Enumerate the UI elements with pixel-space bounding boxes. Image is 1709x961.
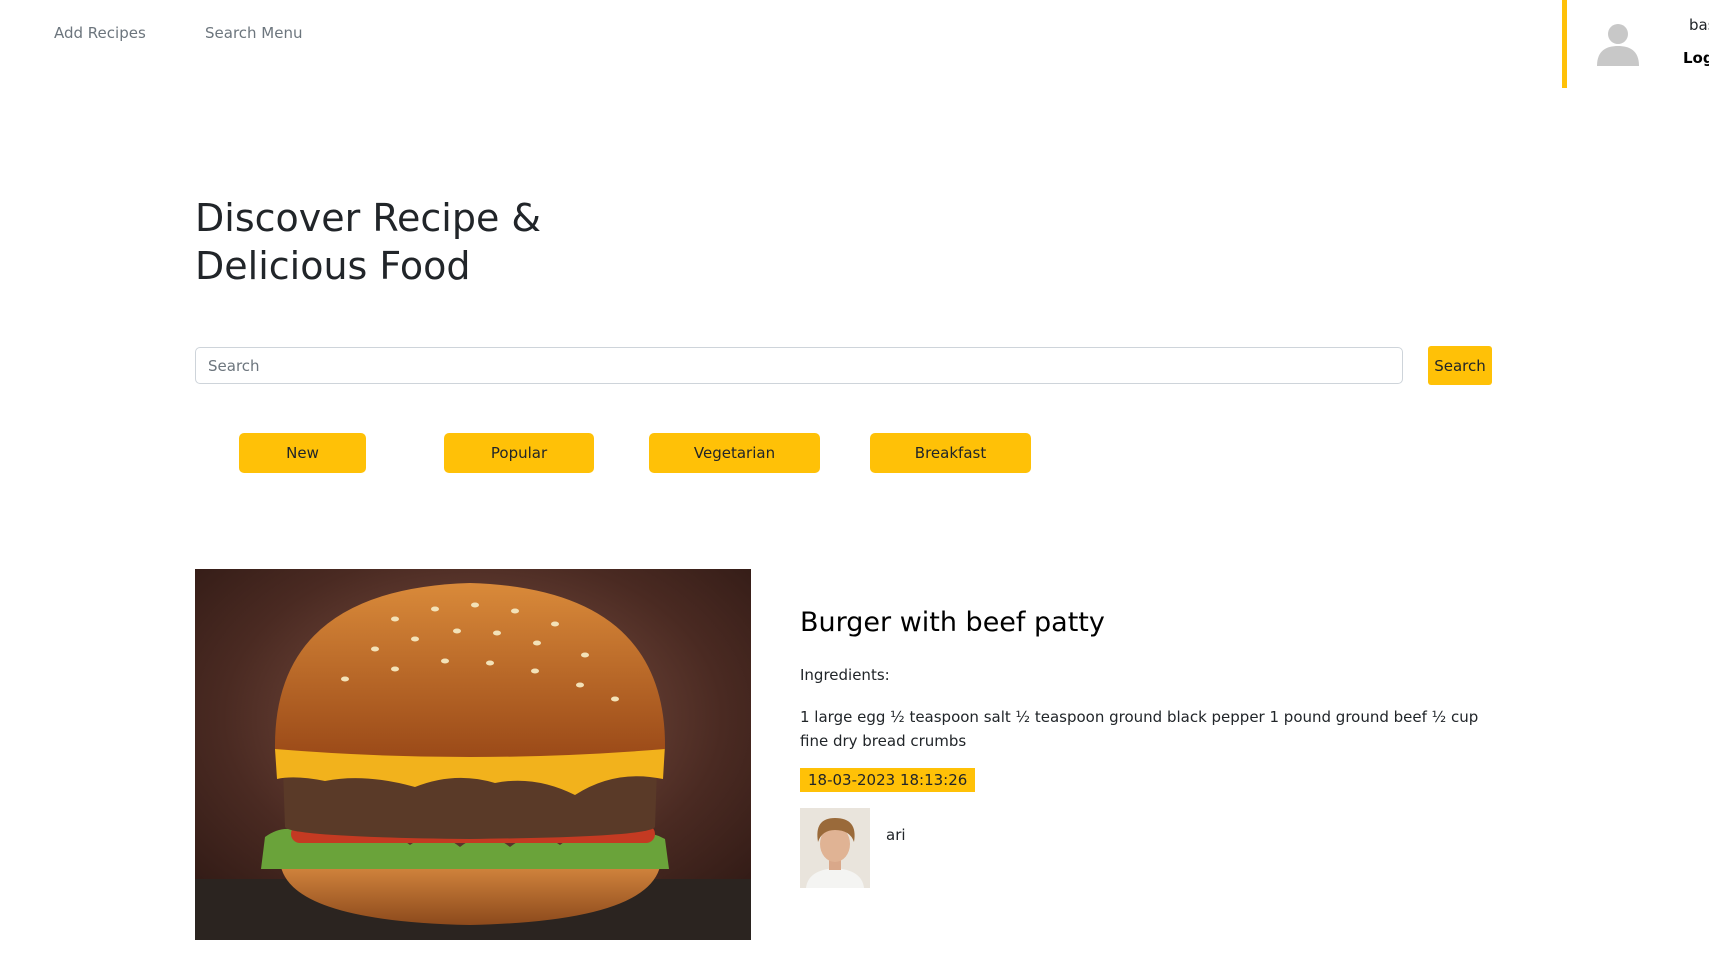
category-breakfast-button[interactable]: Breakfast bbox=[870, 433, 1031, 473]
page-title-line-2: Delicious Food bbox=[195, 244, 471, 288]
page-title-line-1: Discover Recipe & bbox=[195, 196, 542, 240]
category-vegetarian-button[interactable]: Vegetarian bbox=[649, 433, 820, 473]
logout-link[interactable]: Logo bbox=[1683, 49, 1709, 67]
user-avatar-icon bbox=[1597, 24, 1639, 66]
ingredients-label: Ingredients: bbox=[800, 666, 890, 684]
author-name[interactable]: ari bbox=[886, 826, 906, 844]
page-title: Discover Recipe & Delicious Food bbox=[195, 194, 615, 290]
category-new-button[interactable]: New bbox=[239, 433, 366, 473]
nav-add-recipes-link[interactable]: Add Recipes bbox=[54, 24, 146, 42]
recipe-image[interactable] bbox=[195, 569, 751, 940]
category-popular-button[interactable]: Popular bbox=[444, 433, 594, 473]
user-name: bas bbox=[1689, 16, 1709, 34]
search-button[interactable]: Search bbox=[1428, 346, 1492, 385]
date-badge: 18-03-2023 18:13:26 bbox=[800, 768, 976, 792]
burger-photo bbox=[195, 569, 751, 940]
recipe-title[interactable]: Burger with beef patty bbox=[800, 607, 1105, 638]
ingredients-text: 1 large egg ½ teaspoon salt ½ teaspoon g… bbox=[800, 708, 1479, 750]
author-avatar bbox=[800, 808, 870, 888]
author-photo bbox=[800, 808, 870, 888]
user-panel: bas Logo bbox=[1562, 0, 1709, 88]
nav-search-menu-link[interactable]: Search Menu bbox=[205, 24, 303, 42]
search-input[interactable] bbox=[195, 347, 1403, 384]
